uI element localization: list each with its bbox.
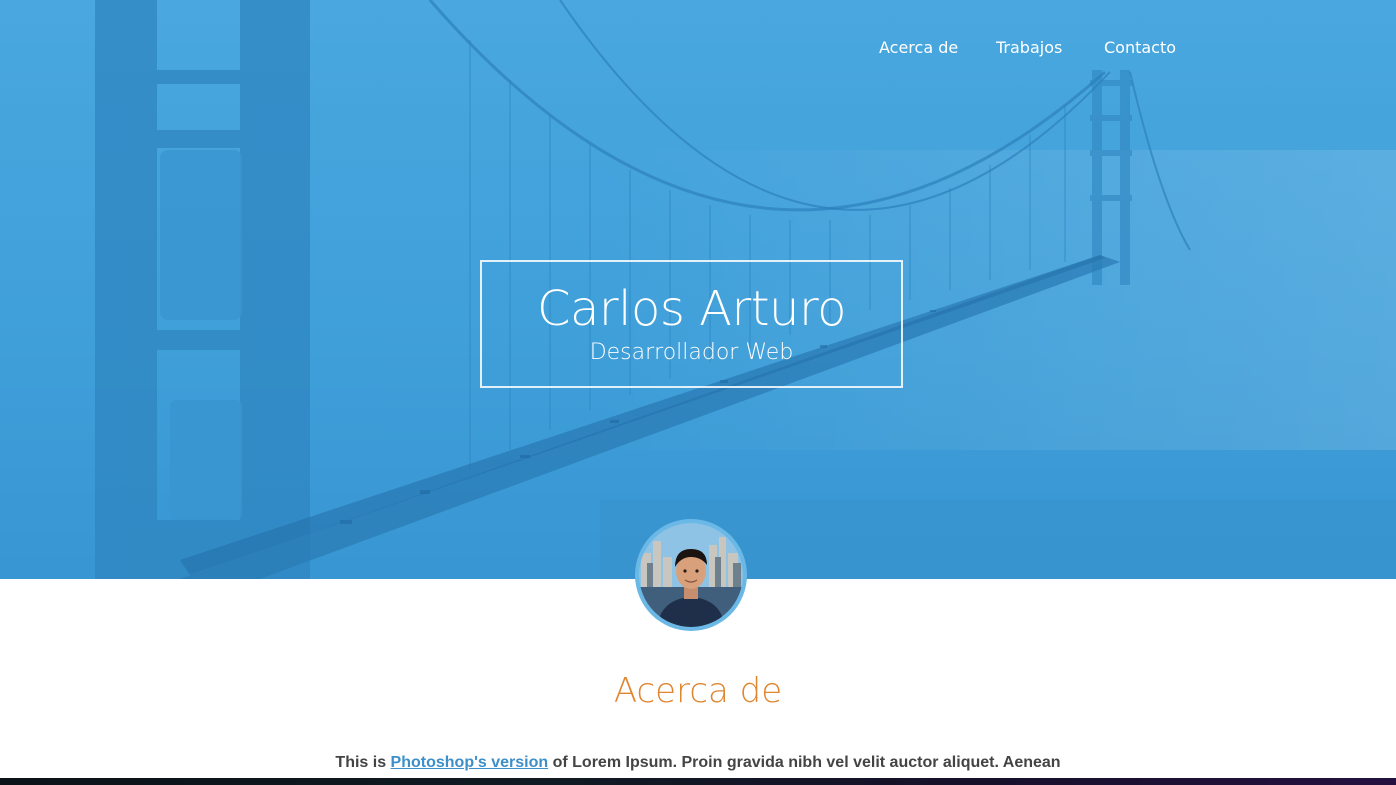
about-text-after: of Lorem Ipsum. Proin gravida nibh vel v… bbox=[548, 754, 1061, 771]
hero-role: Desarrollador Web bbox=[589, 340, 794, 365]
top-nav: Acerca de Trabajos Contacto bbox=[0, 36, 1396, 62]
hero-title-box: Carlos Arturo Desarrollador Web bbox=[480, 260, 903, 388]
about-paragraph: This is Photoshop's version of Lorem Ips… bbox=[0, 751, 1396, 775]
nav-link-trabajos[interactable]: Trabajos bbox=[996, 36, 1062, 60]
hero-name: Carlos Arturo bbox=[537, 281, 847, 337]
avatar bbox=[635, 519, 747, 631]
nav-link-contacto[interactable]: Contacto bbox=[1104, 36, 1176, 60]
profile-photo-icon bbox=[639, 523, 743, 627]
photoshop-version-link[interactable]: Photoshop's version bbox=[391, 754, 549, 771]
about-text-before: This is bbox=[335, 754, 391, 771]
hero-section: Acerca de Trabajos Contacto Carlos Artur… bbox=[0, 0, 1396, 579]
about-section-title: Acerca de bbox=[613, 671, 783, 711]
page-bottom-edge bbox=[0, 778, 1396, 785]
nav-link-acerca-de[interactable]: Acerca de bbox=[879, 36, 958, 60]
